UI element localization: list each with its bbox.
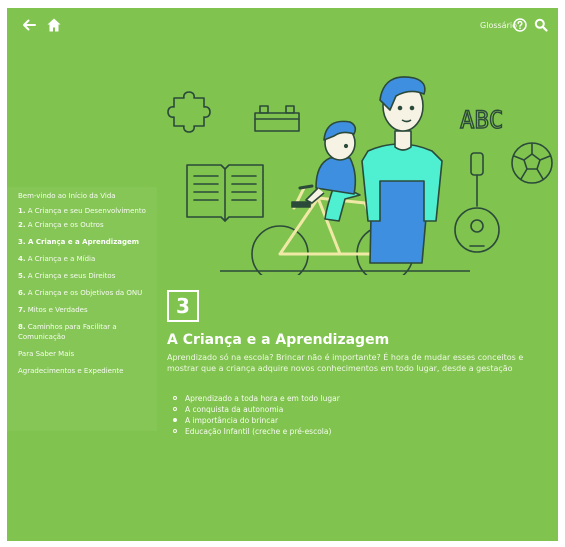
sidebar-item-label: A Criança e os Objetivos da ONU xyxy=(27,289,143,297)
topic-label: Educação Infantil (creche e pré-escola) xyxy=(185,427,332,436)
sidebar-item-welcome[interactable]: Bem-vindo ao Início da Vida xyxy=(7,191,157,201)
sidebar-item-number: 3. xyxy=(18,238,26,246)
bullet-icon xyxy=(173,429,177,433)
sidebar-item-chapter-8[interactable]: 8. Caminhos para Facilitar a Comunicação xyxy=(7,322,157,342)
sidebar-item-number: 6. xyxy=(18,289,26,297)
bullet-icon xyxy=(173,396,177,400)
chapter-title: A Criança e a Aprendizagem xyxy=(167,332,390,348)
topic-label: A conquista da autonomia xyxy=(185,405,284,414)
chapter-topic-list: Aprendizado a toda hora e em todo lugar … xyxy=(173,393,340,437)
sidebar-item-number: 8. xyxy=(18,323,26,331)
sidebar-item-number: 7. xyxy=(18,306,26,314)
chapter-description: Aprendizado só na escola? Brincar não é … xyxy=(167,353,524,373)
sidebar-item-chapter-1[interactable]: 1. A Criança e seu Desenvolvimento xyxy=(7,206,157,216)
sidebar-item-number: 1. xyxy=(18,207,26,215)
sidebar-item-chapter-2[interactable]: 2. A Criança e os Outros xyxy=(7,220,157,230)
sidebar-item-further-reading[interactable]: Para Saber Mais xyxy=(7,349,157,359)
app-screen: Glossário ABC Bem-vindo ao Início da Vid… xyxy=(7,8,558,541)
bullet-icon xyxy=(173,407,177,411)
sidebar-item-chapter-6[interactable]: 6. A Criança e os Objetivos da ONU xyxy=(7,288,157,298)
chapter-sidebar: Bem-vindo ao Início da Vida 1. A Criança… xyxy=(7,187,157,431)
home-icon[interactable] xyxy=(46,17,62,33)
sidebar-item-label: Caminhos para Facilitar a Comunicação xyxy=(18,323,117,341)
open-book-icon xyxy=(186,164,264,222)
topic-item[interactable]: Aprendizado a toda hora e em todo lugar xyxy=(173,393,340,404)
guitar-icon xyxy=(454,152,500,253)
sidebar-item-number: 4. xyxy=(18,255,26,263)
sidebar-item-label: A Criança e seu Desenvolvimento xyxy=(27,207,146,215)
topic-item[interactable]: A importância do brincar xyxy=(173,415,340,426)
abc-letters: ABC xyxy=(460,106,503,134)
topic-item[interactable]: A conquista da autonomia xyxy=(173,404,340,415)
sidebar-item-chapter-5[interactable]: 5. A Criança e seus Direitos xyxy=(7,271,157,281)
sidebar-item-label: Agradecimentos e Expediente xyxy=(18,367,124,375)
soccer-ball-icon xyxy=(511,142,553,184)
sidebar-item-chapter-4[interactable]: 4. A Criança e a Mídia xyxy=(7,254,157,264)
bullet-icon xyxy=(173,418,177,422)
sidebar-item-label: A Criança e a Mídia xyxy=(27,255,96,263)
father-figure xyxy=(361,76,443,264)
topic-label: Aprendizado a toda hora e em todo lugar xyxy=(185,394,340,403)
search-icon[interactable] xyxy=(534,18,548,32)
learning-illustration: ABC xyxy=(167,76,553,275)
lego-brick-icon xyxy=(254,105,300,132)
sidebar-item-label: A Criança e os Outros xyxy=(27,221,104,229)
topic-label: A importância do brincar xyxy=(185,416,279,425)
sidebar-item-label: A Criança e a Aprendizagem xyxy=(27,238,140,246)
question-circle-icon[interactable] xyxy=(513,18,527,32)
chapter-number-badge: 3 xyxy=(167,290,199,322)
sidebar-item-label: Para Saber Mais xyxy=(18,350,75,358)
topic-item[interactable]: Educação Infantil (creche e pré-escola) xyxy=(173,426,340,437)
sidebar-item-label: Mitos e Verdades xyxy=(27,306,88,314)
sidebar-item-number: 5. xyxy=(18,272,26,280)
sidebar-item-chapter-3[interactable]: 3. A Criança e a Aprendizagem xyxy=(7,237,157,247)
sidebar-item-label: Bem-vindo ao Início da Vida xyxy=(18,192,116,200)
sidebar-item-chapter-7[interactable]: 7. Mitos e Verdades xyxy=(7,305,157,315)
arrow-left-icon[interactable] xyxy=(21,17,37,33)
puzzle-piece-icon xyxy=(167,91,211,133)
glossary-link[interactable]: Glossário xyxy=(480,21,517,30)
sidebar-item-number: 2. xyxy=(18,221,26,229)
sidebar-item-acknowledgements[interactable]: Agradecimentos e Expediente xyxy=(7,366,157,376)
sidebar-item-label: A Criança e seus Direitos xyxy=(27,272,116,280)
